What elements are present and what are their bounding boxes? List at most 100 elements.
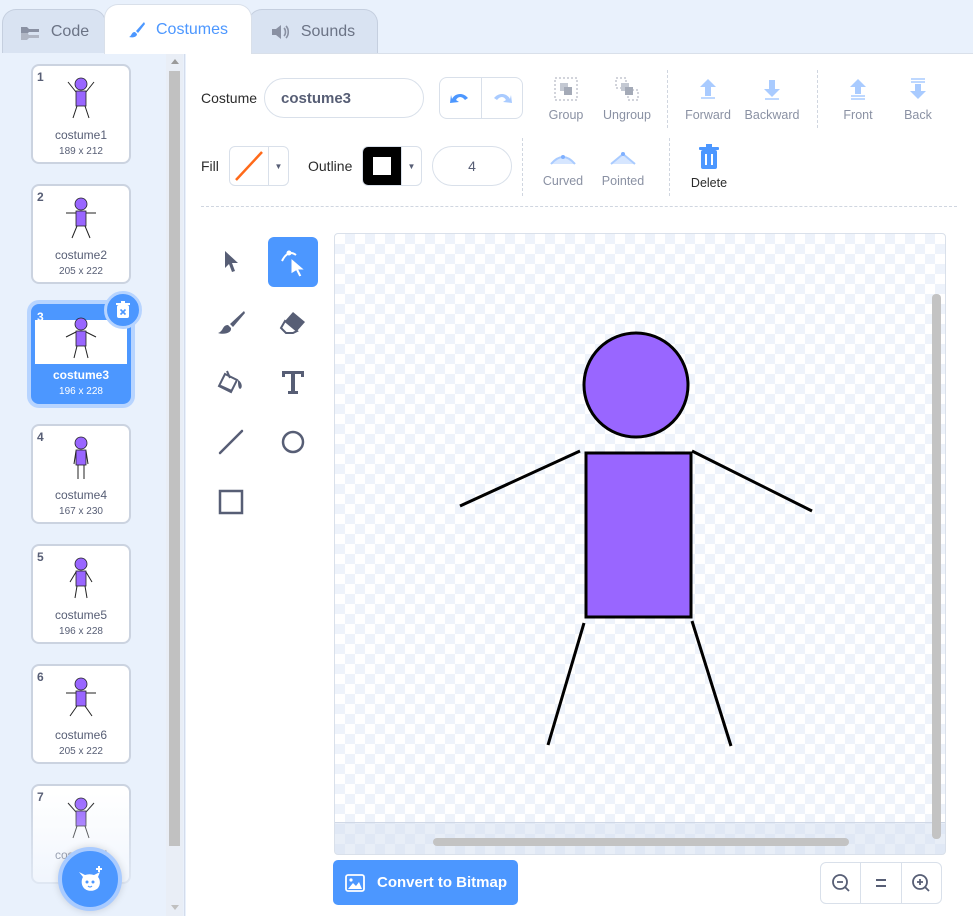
figure-head[interactable] (582, 331, 690, 439)
pointed-icon (610, 152, 636, 165)
sidebar-scrollbar[interactable] (166, 53, 183, 916)
costume-number: 4 (37, 430, 44, 444)
brush-tool[interactable] (206, 297, 256, 347)
divider (667, 70, 668, 128)
costume-size: 189 x 212 (59, 146, 103, 157)
scroll-down-arrow[interactable] (171, 905, 179, 910)
figure-right-arm[interactable] (691, 449, 813, 513)
outline-swatch-inner (373, 157, 391, 175)
code-icon (20, 26, 39, 40)
tab-code-label: Code (50, 22, 90, 40)
front-button[interactable]: Front (826, 76, 890, 122)
chevron-down-icon: ▼ (268, 147, 288, 185)
reshape-tool[interactable] (268, 237, 318, 287)
circle-tool[interactable] (268, 417, 318, 467)
line-tool[interactable] (206, 417, 256, 467)
ungroup-label: Ungroup (603, 108, 651, 122)
eraser-tool[interactable] (268, 297, 318, 347)
undo-button[interactable] (440, 78, 481, 118)
tab-sounds-label: Sounds (300, 22, 356, 40)
costume-thumbnail (69, 557, 93, 599)
back-button[interactable]: Back (886, 76, 950, 122)
fill-swatch (230, 147, 268, 185)
canvas-horizontal-scrollbar[interactable] (433, 838, 849, 846)
costume-size: 196 x 228 (59, 626, 103, 637)
scrollbar-thumb[interactable] (169, 71, 180, 846)
tab-code[interactable]: Code (2, 9, 106, 53)
group-label: Group (548, 108, 584, 122)
costume-name: costume2 (54, 248, 108, 262)
costume-name: costume6 (54, 728, 108, 742)
costume-number: 2 (37, 190, 44, 204)
chevron-down-icon: ▼ (401, 147, 421, 185)
costume-name: costume1 (54, 128, 108, 142)
eraser-icon (279, 312, 305, 334)
costume-name-label: Costume (201, 90, 258, 106)
editor-tabs: Code Costumes Sounds (0, 0, 973, 54)
zoom-in-button[interactable] (900, 863, 941, 903)
add-costume-button[interactable] (58, 847, 122, 911)
divider (669, 138, 670, 196)
redo-icon (493, 93, 512, 103)
forward-button[interactable]: Forward (676, 76, 740, 122)
costume-thumbnail (67, 77, 95, 119)
front-label: Front (843, 108, 873, 122)
costume-name: costume3 (52, 368, 110, 382)
figure-left-arm[interactable] (459, 449, 581, 508)
costume-item-6[interactable]: 6 costume6 205 x 222 (31, 664, 131, 764)
stick-figure-drawing (459, 331, 813, 747)
delete-button[interactable]: Delete (677, 144, 741, 190)
figure-left-leg[interactable] (546, 622, 586, 746)
pointed-button[interactable]: Pointed (591, 148, 655, 188)
costume-item-5[interactable]: 5 costume5 196 x 228 (31, 544, 131, 644)
costume-size: 167 x 230 (59, 506, 103, 517)
zoom-controls (820, 862, 942, 904)
costume-name-input[interactable] (264, 78, 424, 118)
outline-color-picker[interactable]: ▼ (362, 146, 422, 186)
rectangle-tool[interactable] (206, 477, 256, 527)
equals-icon (875, 879, 886, 887)
costume-item-1[interactable]: 1 costume1 189 x 212 (31, 64, 131, 164)
outline-width-input[interactable] (432, 146, 512, 186)
text-tool[interactable] (268, 357, 318, 407)
undo-icon (450, 93, 469, 103)
trash-icon (116, 301, 130, 318)
zoom-reset-button[interactable] (860, 863, 900, 903)
tab-sounds[interactable]: Sounds (248, 9, 378, 53)
tab-costumes-label: Costumes (155, 20, 229, 38)
front-icon (850, 79, 866, 100)
ungroup-button[interactable]: Ungroup (595, 76, 659, 122)
fill-tool[interactable] (206, 357, 256, 407)
convert-to-bitmap-button[interactable]: Convert to Bitmap (333, 860, 518, 905)
costume-thumbnail (65, 317, 97, 359)
curved-button[interactable]: Curved (531, 148, 595, 188)
paint-editor: Costume Group Ungroup Forward Backward F… (186, 53, 973, 916)
drawing-canvas[interactable] (334, 233, 946, 855)
group-button[interactable]: Group (534, 76, 598, 122)
curved-icon (550, 155, 576, 165)
fill-color-picker[interactable]: ▼ (229, 146, 289, 186)
costume-item-2[interactable]: 2 costume2 205 x 222 (31, 184, 131, 284)
convert-to-bitmap-label: Convert to Bitmap (377, 874, 508, 891)
redo-button[interactable] (480, 78, 523, 118)
select-tool[interactable] (206, 237, 256, 287)
delete-costume-button[interactable] (104, 291, 142, 329)
outline-swatch (363, 147, 401, 185)
costume-size: 196 x 228 (59, 386, 103, 397)
scroll-up-arrow[interactable] (171, 59, 179, 64)
no-fill-icon (235, 151, 263, 181)
backward-button[interactable]: Backward (740, 76, 804, 122)
line-icon (218, 429, 244, 455)
costume-number: 5 (37, 550, 44, 564)
figure-body[interactable] (584, 451, 693, 619)
tab-costumes[interactable]: Costumes (104, 4, 252, 54)
figure-right-leg[interactable] (690, 620, 733, 747)
divider (817, 70, 818, 128)
costume-name: costume4 (54, 488, 108, 502)
costume-item-4[interactable]: 4 costume4 167 x 230 (31, 424, 131, 524)
costume-sidebar: 1 costume1 189 x 212 2 costume2 205 x 22… (0, 53, 185, 916)
image-icon (345, 873, 365, 892)
undo-redo-group (439, 77, 523, 119)
canvas-vertical-scrollbar[interactable] (932, 294, 941, 839)
zoom-out-button[interactable] (821, 863, 860, 903)
